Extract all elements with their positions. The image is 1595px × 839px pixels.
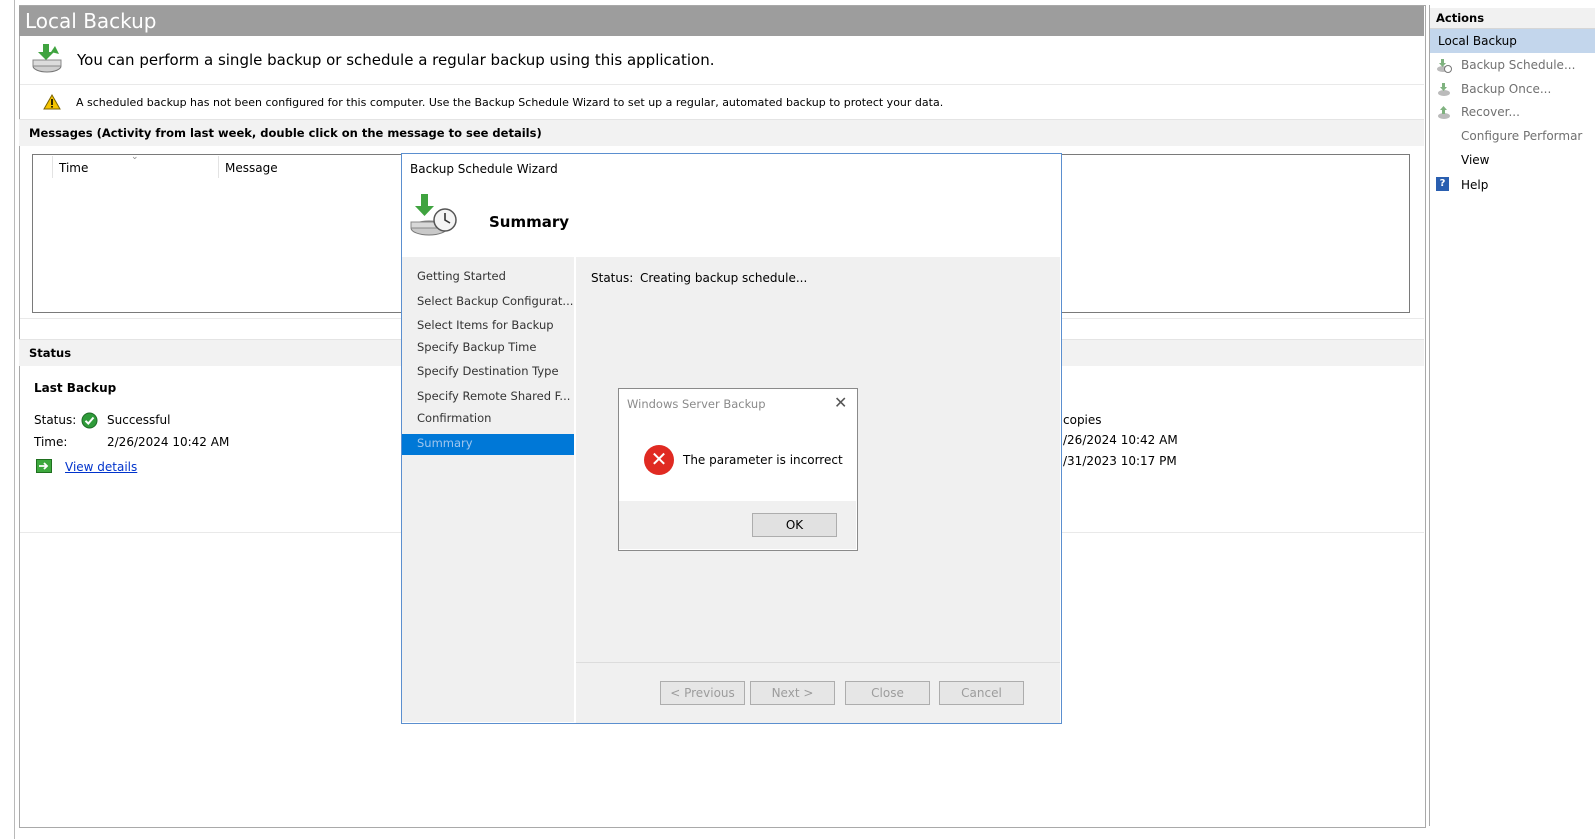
actions-section-label: Local Backup <box>1438 34 1517 48</box>
wizard-nav-getting-started[interactable]: Getting Started <box>417 269 506 283</box>
latest-copy-value: /26/2024 10:42 AM <box>1063 433 1178 447</box>
time-label: Time: <box>34 435 68 449</box>
previous-button[interactable]: < Previous <box>660 681 745 705</box>
wizard-nav-select-backup-configuration[interactable]: Select Backup Configurat... <box>417 294 573 308</box>
column-header-message[interactable]: Message <box>225 161 278 175</box>
action-help[interactable]: Help <box>1461 178 1488 192</box>
last-backup-title: Last Backup <box>34 381 117 395</box>
success-check-icon <box>81 412 98 432</box>
wizard-backup-clock-icon <box>409 192 459 243</box>
wizard-heading: Summary <box>489 213 570 231</box>
divider <box>20 84 1424 85</box>
cancel-button[interactable]: Cancel <box>939 681 1024 705</box>
wizard-status-label: Status: <box>591 271 634 285</box>
error-icon: ✕ <box>644 445 674 475</box>
next-button[interactable]: Next > <box>750 681 835 705</box>
status-value: Successful <box>107 413 171 427</box>
wizard-title: Backup Schedule Wizard <box>410 162 558 176</box>
wizard-nav-confirmation[interactable]: Confirmation <box>417 411 491 425</box>
column-separator <box>218 156 219 178</box>
backup-schedule-icon <box>1436 58 1452 77</box>
view-details-link[interactable]: View details <box>65 460 137 474</box>
status-header-text: Status <box>29 346 72 360</box>
actions-section-local-backup[interactable]: Local Backup <box>1430 29 1595 53</box>
help-icon: ? <box>1436 177 1449 191</box>
ok-button[interactable]: OK <box>752 513 837 537</box>
copies-label: copies <box>1063 413 1102 427</box>
messages-header-text: Messages (Activity from last week, doubl… <box>29 126 542 140</box>
backup-app-icon <box>29 42 65 79</box>
view-details-arrow-icon <box>36 459 52 476</box>
wizard-nav-specify-destination-type[interactable]: Specify Destination Type <box>417 364 559 378</box>
oldest-copy-value: /31/2023 10:17 PM <box>1063 454 1177 468</box>
dialog-close-icon[interactable]: ✕ <box>834 393 847 412</box>
warning-text: A scheduled backup has not been configur… <box>76 96 944 109</box>
warning-icon <box>43 93 61 113</box>
column-separator <box>52 156 53 178</box>
time-value: 2/26/2024 10:42 AM <box>107 435 230 449</box>
actions-header-text: Actions <box>1436 11 1485 25</box>
action-recover[interactable]: Recover... <box>1461 105 1520 119</box>
recover-icon <box>1436 105 1452 124</box>
action-configure-performance[interactable]: Configure Performar <box>1461 129 1582 143</box>
pane-title: Local Backup <box>25 9 157 33</box>
action-backup-once[interactable]: Backup Once... <box>1461 82 1551 96</box>
backup-once-icon <box>1436 82 1452 101</box>
wizard-nav-select-items[interactable]: Select Items for Backup <box>417 318 554 332</box>
messages-section-header: Messages (Activity from last week, doubl… <box>19 119 1424 146</box>
pane-title-bar: Local Backup <box>19 6 1424 36</box>
wizard-status-value: Creating backup schedule... <box>640 271 808 285</box>
action-view[interactable]: View <box>1461 153 1489 167</box>
close-button[interactable]: Close <box>845 681 930 705</box>
error-dialog-title: Windows Server Backup <box>627 397 766 411</box>
wizard-nav-specify-remote-shared-folder[interactable]: Specify Remote Shared F... <box>417 389 570 403</box>
sort-indicator-icon: ⌄ <box>131 152 139 162</box>
left-frame-border <box>0 0 15 839</box>
column-header-time[interactable]: Time <box>59 161 88 175</box>
status-label: Status: <box>34 413 77 427</box>
wizard-nav-summary[interactable]: Summary <box>417 436 473 450</box>
info-text: You can perform a single backup or sched… <box>77 51 715 69</box>
wizard-nav-specify-backup-time[interactable]: Specify Backup Time <box>417 340 536 354</box>
error-message: The parameter is incorrect <box>683 453 843 467</box>
action-backup-schedule[interactable]: Backup Schedule... <box>1461 58 1575 72</box>
actions-header: Actions <box>1430 8 1595 29</box>
